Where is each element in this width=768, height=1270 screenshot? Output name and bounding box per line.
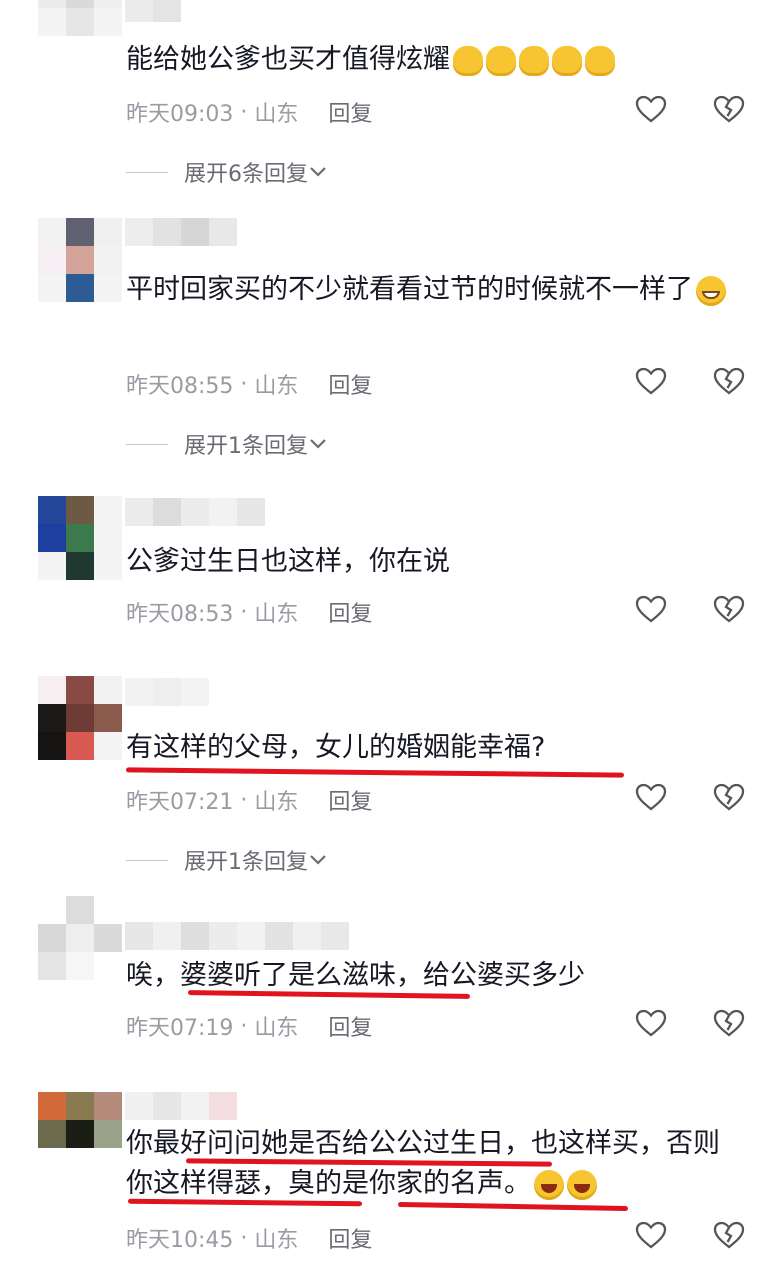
username-pixelated[interactable] [125,498,265,526]
clapping-hands-icon [552,45,582,76]
username-pixelated[interactable] [125,218,237,246]
comment-time: 昨天08:55 [126,374,234,399]
clapping-hands-icon [585,45,615,76]
heart-outline-icon[interactable] [634,1220,668,1250]
comment-text: 公爹过生日也这样，你在说 [126,546,450,577]
reply-button[interactable]: 回复 [328,368,372,400]
comment-time: 昨天07:21 [126,790,234,815]
reply-button[interactable]: 回复 [328,1222,372,1254]
broken-heart-icon[interactable] [712,366,746,396]
comment-time: 昨天08:53 [126,602,234,627]
comment-time: 昨天09:03 [126,102,234,127]
avatar[interactable] [38,218,122,302]
heart-outline-icon[interactable] [634,1008,668,1038]
red-underline-annotation [127,1198,363,1207]
reply-button[interactable]: 回复 [328,784,372,816]
heart-outline-icon[interactable] [634,94,668,124]
reply-button[interactable]: 回复 [328,96,372,128]
divider [126,171,168,173]
comment-time: 昨天07:19 [126,1016,234,1041]
clapping-hands-icon [486,45,516,76]
comment-text: 能给她公爹也买才值得炫耀 [126,40,746,80]
divider [126,859,168,861]
broken-heart-icon[interactable] [712,1220,746,1250]
comment-text: 有这样的父母，女儿的婚姻能幸福? [126,732,546,763]
comment-location: 山东 [254,790,299,815]
comment-text: 平时回家买的不少就看看过节的时候就不一样了 [126,270,746,310]
expand-replies-button[interactable]: 展开1条回复 [126,428,328,460]
heart-outline-icon[interactable] [634,366,668,396]
avatar[interactable] [38,496,122,580]
broken-heart-icon[interactable] [712,782,746,812]
chevron-down-icon [310,855,326,865]
comment-location: 山东 [254,1228,299,1253]
avatar[interactable] [38,676,122,760]
laughing-tears-icon [534,1169,564,1200]
avatar[interactable] [38,0,122,36]
comment-meta: 昨天08:53 · 山东 回复 [126,596,372,628]
username-pixelated[interactable] [125,1092,237,1120]
expand-replies-button[interactable]: 展开6条回复 [126,156,328,188]
laughing-tears-icon [567,1169,597,1200]
heart-outline-icon[interactable] [634,782,668,812]
comment-meta: 昨天07:21 · 山东 回复 [126,784,372,816]
divider [126,443,168,445]
comment-meta: 昨天08:55 · 山东 回复 [126,368,372,400]
comment-time: 昨天10:45 [126,1228,234,1253]
reply-button[interactable]: 回复 [328,596,372,628]
comment-location: 山东 [254,102,299,127]
red-underline-annotation [125,767,625,778]
comment-meta: 昨天10:45 · 山东 回复 [126,1222,372,1254]
avatar[interactable] [38,1092,122,1176]
broken-heart-icon[interactable] [712,594,746,624]
comment-location: 山东 [254,374,299,399]
reply-button[interactable]: 回复 [328,1010,372,1042]
chevron-down-icon [310,167,326,177]
clapping-hands-icon [519,45,549,76]
avatar[interactable] [38,896,122,980]
broken-heart-icon[interactable] [712,1008,746,1038]
username-pixelated[interactable] [125,922,349,950]
comment-location: 山东 [254,1016,299,1041]
grinning-face-icon [696,275,726,306]
username-pixelated[interactable] [125,0,181,22]
broken-heart-icon[interactable] [712,94,746,124]
expand-replies-button[interactable]: 展开1条回复 [126,844,328,876]
heart-outline-icon[interactable] [634,594,668,624]
clapping-hands-icon [453,45,483,76]
comment-meta: 昨天09:03 · 山东 回复 [126,96,372,128]
comment-location: 山东 [254,602,299,627]
username-pixelated[interactable] [125,678,209,706]
comment-meta: 昨天07:19 · 山东 回复 [126,1010,372,1042]
chevron-down-icon [310,439,326,449]
